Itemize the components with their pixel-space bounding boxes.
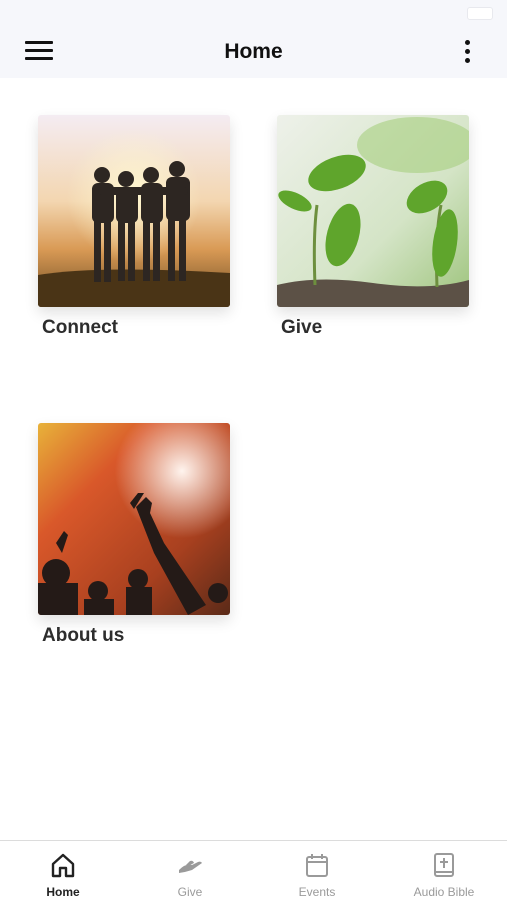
bible-icon <box>434 853 454 877</box>
tile-give[interactable]: Give <box>277 115 477 339</box>
tile-label-connect: Connect <box>42 317 118 338</box>
giving-hand-icon <box>179 860 202 873</box>
tab-label-home: Home <box>46 885 80 899</box>
tab-events[interactable]: Events <box>254 841 380 901</box>
tile-about-us[interactable]: About us <box>38 423 238 647</box>
battery-icon <box>467 7 493 20</box>
tile-connect[interactable]: Connect <box>38 115 238 339</box>
page-title: Home <box>224 40 283 63</box>
tile-label-give: Give <box>281 317 323 338</box>
tab-label-give: Give <box>177 885 203 899</box>
tab-label-audio-bible: Audio Bible <box>413 885 475 899</box>
bottom-tab-bar: Home Give Events Audio Bible <box>0 840 507 901</box>
tile-label-about-us: About us <box>42 625 125 646</box>
app-header: Home <box>0 24 507 78</box>
connect-image <box>38 115 230 307</box>
tab-audio-bible[interactable]: Audio Bible <box>381 841 507 901</box>
home-icon <box>51 853 75 878</box>
status-bar <box>0 0 507 24</box>
tab-label-events: Events <box>298 885 336 899</box>
tab-give[interactable]: Give <box>127 841 253 901</box>
more-options-button[interactable] <box>460 38 476 66</box>
tab-home[interactable]: Home <box>0 841 126 901</box>
about-us-image <box>38 423 230 615</box>
calendar-icon <box>306 854 328 877</box>
give-image <box>277 115 469 307</box>
